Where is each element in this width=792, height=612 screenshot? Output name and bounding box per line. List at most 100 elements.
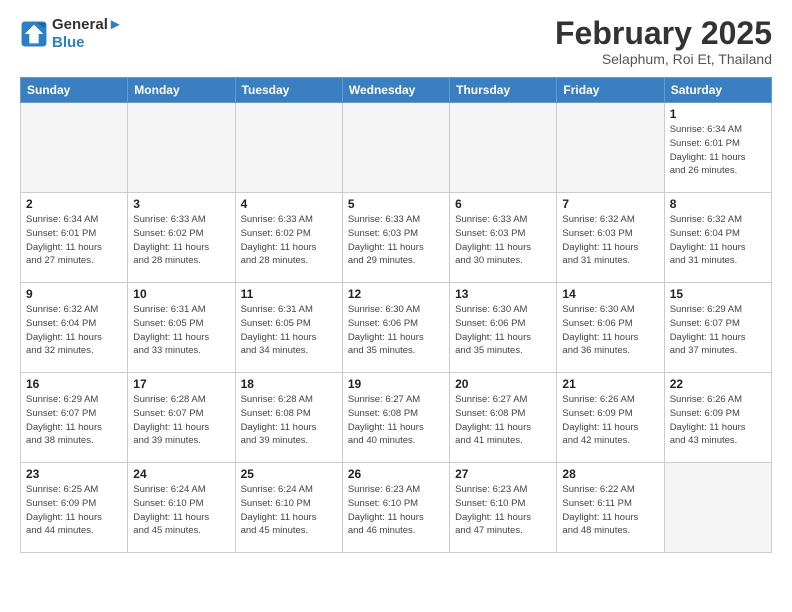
day-number: 20	[455, 377, 551, 391]
day-number: 3	[133, 197, 229, 211]
calendar-cell: 12 Sunrise: 6:30 AM Sunset: 6:06 PM Dayli…	[342, 283, 449, 373]
calendar-cell: 23 Sunrise: 6:25 AM Sunset: 6:09 PM Dayli…	[21, 463, 128, 553]
day-number: 16	[26, 377, 122, 391]
day-number: 21	[562, 377, 658, 391]
day-number: 12	[348, 287, 444, 301]
day-number: 17	[133, 377, 229, 391]
day-number: 1	[670, 107, 766, 121]
calendar-week-row: 9 Sunrise: 6:32 AM Sunset: 6:04 PM Daylig…	[21, 283, 772, 373]
day-number: 5	[348, 197, 444, 211]
calendar-cell: 5 Sunrise: 6:33 AM Sunset: 6:03 PM Daylig…	[342, 193, 449, 283]
calendar-cell: 16 Sunrise: 6:29 AM Sunset: 6:07 PM Dayli…	[21, 373, 128, 463]
calendar-cell: 8 Sunrise: 6:32 AM Sunset: 6:04 PM Daylig…	[664, 193, 771, 283]
day-number: 19	[348, 377, 444, 391]
calendar-cell: 3Sunrise: 6:33 AM Sunset: 6:02 PM Daylig…	[128, 193, 235, 283]
calendar-cell: 15Sunrise: 6:29 AM Sunset: 6:07 PM Dayli…	[664, 283, 771, 373]
day-number: 13	[455, 287, 551, 301]
calendar-table: SundayMondayTuesdayWednesdayThursdayFrid…	[20, 77, 772, 553]
day-info: Sunrise: 6:34 AM Sunset: 6:01 PM Dayligh…	[26, 213, 122, 268]
day-number: 22	[670, 377, 766, 391]
calendar-week-row: 16 Sunrise: 6:29 AM Sunset: 6:07 PM Dayli…	[21, 373, 772, 463]
calendar-cell: 1 Sunrise: 6:34 AM Sunset: 6:01 PM Daylig…	[664, 103, 771, 193]
logo-icon	[20, 20, 48, 48]
day-info: Sunrise: 6:24 AM Sunset: 6:10 PM Dayligh…	[241, 483, 337, 538]
calendar-header: SundayMondayTuesdayWednesdayThursdayFrid…	[21, 78, 772, 103]
day-info: Sunrise: 6:34 AM Sunset: 6:01 PM Dayligh…	[670, 123, 766, 178]
weekday-header-tuesday: Tuesday	[235, 78, 342, 103]
day-info: Sunrise: 6:28 AM Sunset: 6:08 PM Dayligh…	[241, 393, 337, 448]
calendar-cell: 27 Sunrise: 6:23 AM Sunset: 6:10 PM Dayli…	[450, 463, 557, 553]
calendar-cell: 14 Sunrise: 6:30 AM Sunset: 6:06 PM Dayli…	[557, 283, 664, 373]
day-info: Sunrise: 6:30 AM Sunset: 6:06 PM Dayligh…	[348, 303, 444, 358]
day-number: 9	[26, 287, 122, 301]
day-number: 4	[241, 197, 337, 211]
calendar-cell: 18 Sunrise: 6:28 AM Sunset: 6:08 PM Dayli…	[235, 373, 342, 463]
day-info: Sunrise: 6:26 AM Sunset: 6:09 PM Dayligh…	[670, 393, 766, 448]
logo-text: General► Blue	[52, 16, 123, 52]
calendar-cell	[21, 103, 128, 193]
calendar-cell: 10Sunrise: 6:31 AM Sunset: 6:05 PM Dayli…	[128, 283, 235, 373]
calendar-cell	[342, 103, 449, 193]
weekday-header-sunday: Sunday	[21, 78, 128, 103]
calendar-cell: 13 Sunrise: 6:30 AM Sunset: 6:06 PM Dayli…	[450, 283, 557, 373]
day-number: 2	[26, 197, 122, 211]
day-number: 27	[455, 467, 551, 481]
calendar-cell	[450, 103, 557, 193]
day-info: Sunrise: 6:25 AM Sunset: 6:09 PM Dayligh…	[26, 483, 122, 538]
day-info: Sunrise: 6:28 AM Sunset: 6:07 PM Dayligh…	[133, 393, 229, 448]
day-info: Sunrise: 6:24 AM Sunset: 6:10 PM Dayligh…	[133, 483, 229, 538]
day-info: Sunrise: 6:33 AM Sunset: 6:03 PM Dayligh…	[348, 213, 444, 268]
day-number: 24	[133, 467, 229, 481]
calendar-cell: 19Sunrise: 6:27 AM Sunset: 6:08 PM Dayli…	[342, 373, 449, 463]
day-info: Sunrise: 6:33 AM Sunset: 6:03 PM Dayligh…	[455, 213, 551, 268]
day-info: Sunrise: 6:32 AM Sunset: 6:04 PM Dayligh…	[26, 303, 122, 358]
day-number: 8	[670, 197, 766, 211]
calendar-page: General► Blue February 2025 Selaphum, Ro…	[0, 0, 792, 569]
calendar-week-row: 1 Sunrise: 6:34 AM Sunset: 6:01 PM Daylig…	[21, 103, 772, 193]
day-info: Sunrise: 6:33 AM Sunset: 6:02 PM Dayligh…	[241, 213, 337, 268]
calendar-cell: 6 Sunrise: 6:33 AM Sunset: 6:03 PM Daylig…	[450, 193, 557, 283]
calendar-cell: 26Sunrise: 6:23 AM Sunset: 6:10 PM Dayli…	[342, 463, 449, 553]
month-title: February 2025	[555, 16, 772, 51]
location-subtitle: Selaphum, Roi Et, Thailand	[555, 51, 772, 67]
day-info: Sunrise: 6:29 AM Sunset: 6:07 PM Dayligh…	[670, 303, 766, 358]
day-number: 7	[562, 197, 658, 211]
day-info: Sunrise: 6:31 AM Sunset: 6:05 PM Dayligh…	[133, 303, 229, 358]
calendar-week-row: 23 Sunrise: 6:25 AM Sunset: 6:09 PM Dayli…	[21, 463, 772, 553]
calendar-cell	[557, 103, 664, 193]
day-number: 28	[562, 467, 658, 481]
calendar-cell: 28 Sunrise: 6:22 AM Sunset: 6:11 PM Dayli…	[557, 463, 664, 553]
day-info: Sunrise: 6:26 AM Sunset: 6:09 PM Dayligh…	[562, 393, 658, 448]
calendar-cell: 24 Sunrise: 6:24 AM Sunset: 6:10 PM Dayli…	[128, 463, 235, 553]
calendar-week-row: 2 Sunrise: 6:34 AM Sunset: 6:01 PM Daylig…	[21, 193, 772, 283]
calendar-cell: 7Sunrise: 6:32 AM Sunset: 6:03 PM Daylig…	[557, 193, 664, 283]
day-info: Sunrise: 6:31 AM Sunset: 6:05 PM Dayligh…	[241, 303, 337, 358]
calendar-cell: 4 Sunrise: 6:33 AM Sunset: 6:02 PM Daylig…	[235, 193, 342, 283]
logo: General► Blue	[20, 16, 123, 52]
day-info: Sunrise: 6:30 AM Sunset: 6:06 PM Dayligh…	[455, 303, 551, 358]
day-number: 23	[26, 467, 122, 481]
weekday-header-wednesday: Wednesday	[342, 78, 449, 103]
calendar-body: 1 Sunrise: 6:34 AM Sunset: 6:01 PM Daylig…	[21, 103, 772, 553]
calendar-cell: 11Sunrise: 6:31 AM Sunset: 6:05 PM Dayli…	[235, 283, 342, 373]
calendar-cell	[128, 103, 235, 193]
day-number: 14	[562, 287, 658, 301]
day-info: Sunrise: 6:32 AM Sunset: 6:04 PM Dayligh…	[670, 213, 766, 268]
calendar-cell: 25Sunrise: 6:24 AM Sunset: 6:10 PM Dayli…	[235, 463, 342, 553]
day-info: Sunrise: 6:23 AM Sunset: 6:10 PM Dayligh…	[348, 483, 444, 538]
calendar-cell: 21 Sunrise: 6:26 AM Sunset: 6:09 PM Dayli…	[557, 373, 664, 463]
day-info: Sunrise: 6:30 AM Sunset: 6:06 PM Dayligh…	[562, 303, 658, 358]
day-info: Sunrise: 6:29 AM Sunset: 6:07 PM Dayligh…	[26, 393, 122, 448]
weekday-header-friday: Friday	[557, 78, 664, 103]
calendar-cell: 2 Sunrise: 6:34 AM Sunset: 6:01 PM Daylig…	[21, 193, 128, 283]
day-number: 18	[241, 377, 337, 391]
day-info: Sunrise: 6:22 AM Sunset: 6:11 PM Dayligh…	[562, 483, 658, 538]
calendar-cell: 20Sunrise: 6:27 AM Sunset: 6:08 PM Dayli…	[450, 373, 557, 463]
title-block: February 2025 Selaphum, Roi Et, Thailand	[555, 16, 772, 67]
day-number: 6	[455, 197, 551, 211]
day-info: Sunrise: 6:23 AM Sunset: 6:10 PM Dayligh…	[455, 483, 551, 538]
weekday-header-row: SundayMondayTuesdayWednesdayThursdayFrid…	[21, 78, 772, 103]
weekday-header-saturday: Saturday	[664, 78, 771, 103]
weekday-header-thursday: Thursday	[450, 78, 557, 103]
header: General► Blue February 2025 Selaphum, Ro…	[20, 16, 772, 67]
